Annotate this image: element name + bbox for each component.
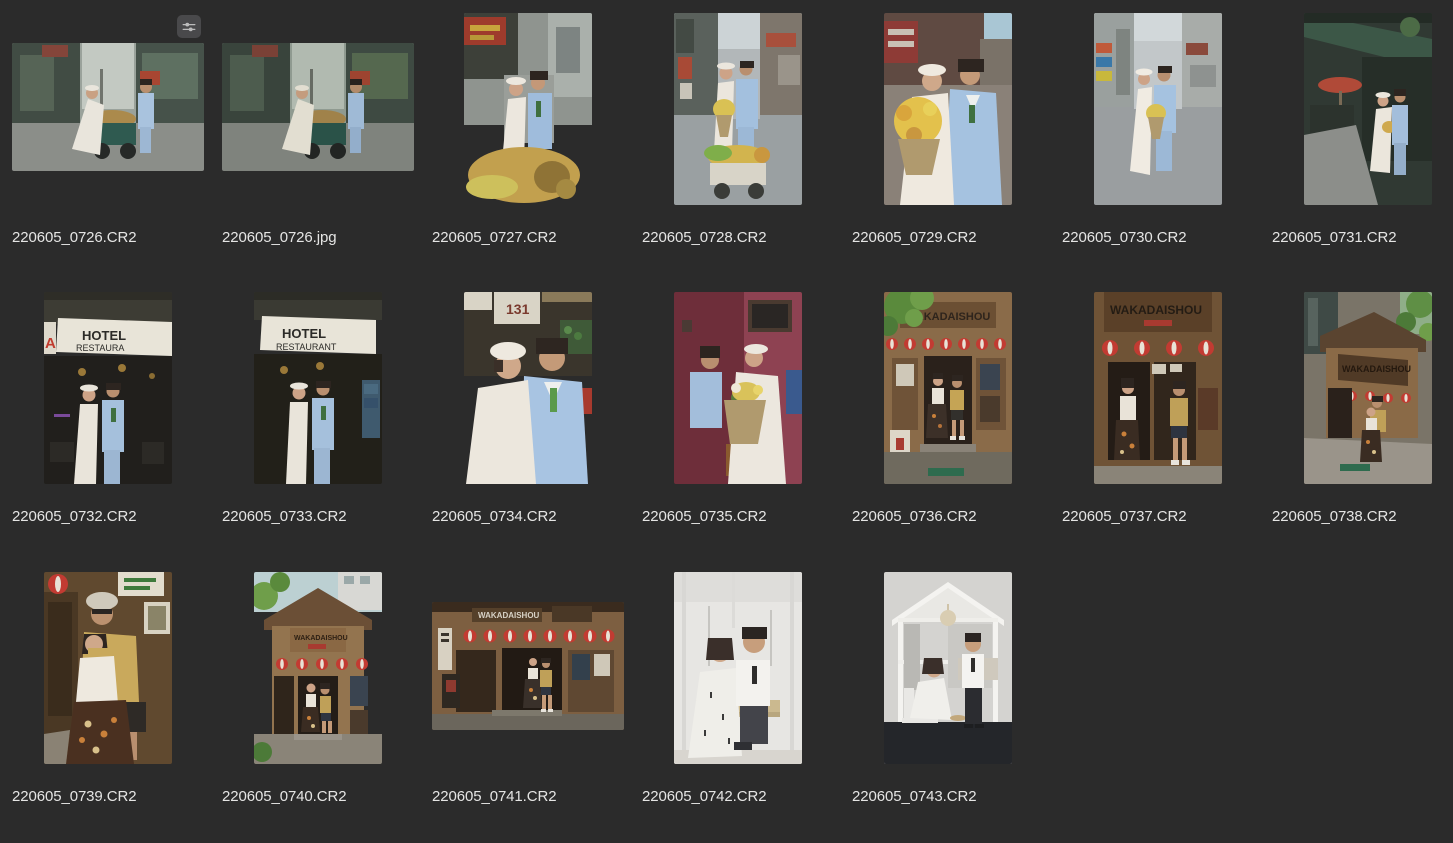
file-name-label[interactable]: 220605_0726.jpg bbox=[222, 229, 336, 246]
photo-thumbnail[interactable] bbox=[1304, 13, 1432, 205]
file-name-label[interactable]: 220605_0728.CR2 bbox=[642, 229, 766, 246]
photo-thumbnail[interactable]: 131 bbox=[464, 292, 592, 484]
photo-thumbnail[interactable] bbox=[674, 292, 802, 484]
file-name-label[interactable]: 220605_0743.CR2 bbox=[852, 788, 976, 805]
svg-text:RESTAURANT: RESTAURANT bbox=[276, 342, 337, 352]
photo-thumbnail[interactable]: HOTELRESTAURANT bbox=[254, 292, 382, 484]
file-name-label[interactable]: 220605_0727.CR2 bbox=[432, 229, 556, 246]
file-name-label[interactable]: 220605_0742.CR2 bbox=[642, 788, 766, 805]
photo-thumbnail[interactable] bbox=[222, 43, 414, 171]
file-item[interactable]: WAKADAISHOU 220605_0737.CR2 bbox=[1062, 292, 1254, 542]
file-name-label[interactable]: 220605_0741.CR2 bbox=[432, 788, 556, 805]
photo-thumbnail[interactable]: WAKADAISHOU bbox=[1094, 292, 1222, 484]
svg-text:RESTAURA: RESTAURA bbox=[76, 343, 124, 353]
file-item[interactable]: WAKADAISHOU 220605_0736.CR2 bbox=[852, 292, 1044, 542]
file-item[interactable]: 131 220605_0734.CR2 bbox=[432, 292, 624, 542]
file-name-label[interactable]: 220605_0730.CR2 bbox=[1062, 229, 1186, 246]
photo-thumbnail[interactable]: WAKADAISHOU bbox=[1304, 292, 1432, 484]
photo-thumbnail[interactable] bbox=[884, 13, 1012, 205]
svg-text:HOTEL: HOTEL bbox=[82, 328, 126, 343]
photo-thumbnail[interactable] bbox=[674, 572, 802, 764]
svg-text:HOTEL: HOTEL bbox=[282, 326, 326, 341]
file-name-label[interactable]: 220605_0729.CR2 bbox=[852, 229, 976, 246]
file-name-label[interactable]: 220605_0740.CR2 bbox=[222, 788, 346, 805]
file-item[interactable]: 220605_0735.CR2 bbox=[642, 292, 834, 542]
file-name-label[interactable]: 220605_0739.CR2 bbox=[12, 788, 136, 805]
file-item[interactable]: 220605_0729.CR2 bbox=[852, 13, 1044, 263]
photo-thumbnail[interactable] bbox=[884, 572, 1012, 764]
file-browser-gallery: 220605_0726.CR2 220605_0726.jpg 220605_072… bbox=[0, 0, 1453, 843]
file-item[interactable]: 220605_0742.CR2 bbox=[642, 572, 834, 822]
file-item[interactable]: 220605_0726.jpg bbox=[222, 13, 414, 263]
photo-thumbnail[interactable] bbox=[12, 43, 204, 171]
file-name-label[interactable]: 220605_0733.CR2 bbox=[222, 508, 346, 525]
photo-thumbnail[interactable] bbox=[464, 13, 592, 205]
file-name-label[interactable]: 220605_0736.CR2 bbox=[852, 508, 976, 525]
photo-thumbnail[interactable]: WAKADAISHOU bbox=[432, 602, 624, 730]
file-item[interactable]: WAKADAISHOU 220605_0738.CR2 bbox=[1272, 292, 1453, 542]
file-name-label[interactable]: 220605_0732.CR2 bbox=[12, 508, 136, 525]
photo-thumbnail[interactable]: WAKADAISHOU bbox=[884, 292, 1012, 484]
photo-thumbnail[interactable] bbox=[1094, 13, 1222, 205]
photo-thumbnail[interactable]: A HOTELRESTAURA bbox=[44, 292, 172, 484]
file-name-label[interactable]: 220605_0734.CR2 bbox=[432, 508, 556, 525]
file-item[interactable]: WAKADAISHOU 220605_0741.CR2 bbox=[432, 572, 624, 822]
svg-text:A: A bbox=[45, 335, 56, 352]
svg-text:WAKADAISHOU: WAKADAISHOU bbox=[1342, 364, 1411, 374]
file-name-label[interactable]: 220605_0731.CR2 bbox=[1272, 229, 1396, 246]
file-item[interactable]: A HOTELRESTAURA 220605_0732.CR2 bbox=[12, 292, 204, 542]
file-name-label[interactable]: 220605_0735.CR2 bbox=[642, 508, 766, 525]
file-item[interactable]: 220605_0727.CR2 bbox=[432, 13, 624, 263]
file-item[interactable]: HOTELRESTAURANT 220605_0733.CR2 bbox=[222, 292, 414, 542]
file-name-label[interactable]: 220605_0738.CR2 bbox=[1272, 508, 1396, 525]
file-item[interactable]: 220605_0728.CR2 bbox=[642, 13, 834, 263]
svg-text:WAKADAISHOU: WAKADAISHOU bbox=[478, 611, 540, 620]
file-item[interactable]: WAKADAISHOU 220605_0740.CR2 bbox=[222, 572, 414, 822]
photo-thumbnail[interactable] bbox=[674, 13, 802, 205]
photo-thumbnail[interactable]: WAKADAISHOU bbox=[254, 572, 382, 764]
svg-text:WAKADAISHOU: WAKADAISHOU bbox=[294, 635, 348, 642]
file-item[interactable]: 220605_0739.CR2 bbox=[12, 572, 204, 822]
svg-text:WAKADAISHOU: WAKADAISHOU bbox=[1110, 303, 1202, 317]
file-item[interactable]: 220605_0726.CR2 bbox=[12, 13, 204, 263]
file-item[interactable]: 220605_0743.CR2 bbox=[852, 572, 1044, 822]
svg-text:131: 131 bbox=[506, 301, 530, 317]
file-item[interactable]: 220605_0730.CR2 bbox=[1062, 13, 1254, 263]
photo-thumbnail[interactable] bbox=[44, 572, 172, 764]
file-name-label[interactable]: 220605_0737.CR2 bbox=[1062, 508, 1186, 525]
file-item[interactable]: 220605_0731.CR2 bbox=[1272, 13, 1453, 263]
file-name-label[interactable]: 220605_0726.CR2 bbox=[12, 229, 136, 246]
